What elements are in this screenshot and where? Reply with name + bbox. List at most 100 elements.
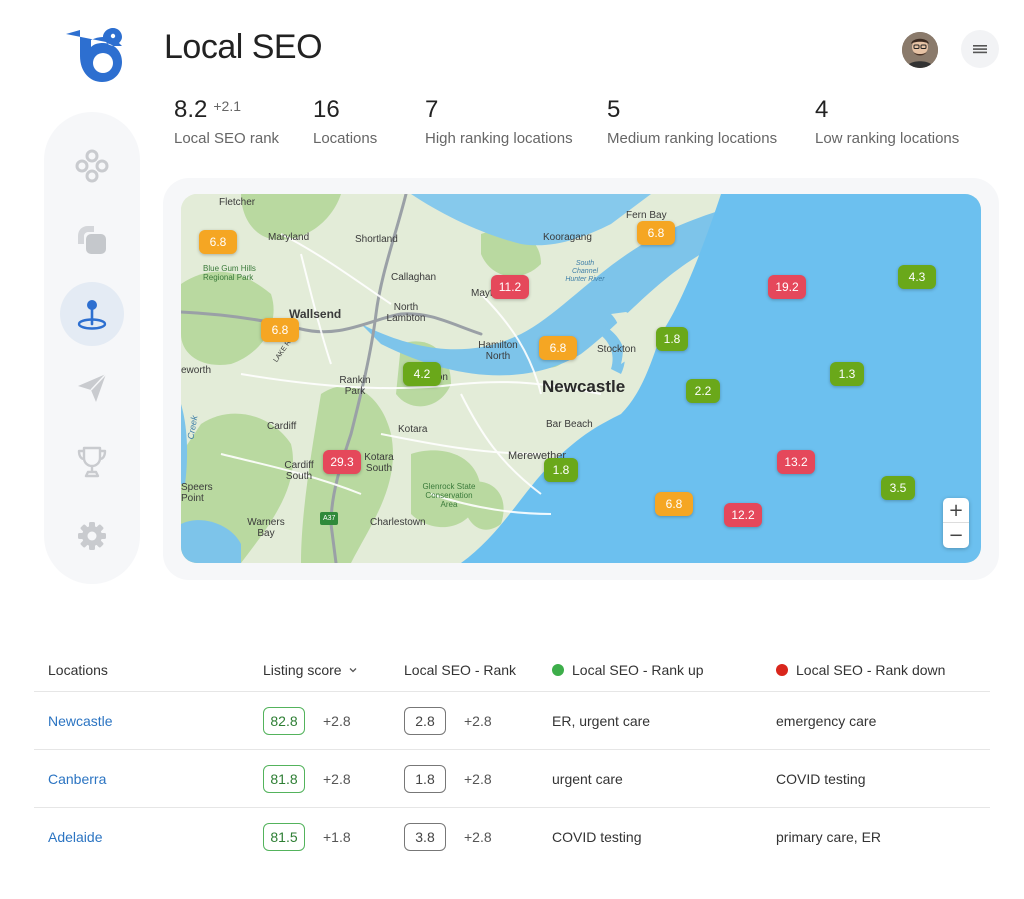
place-label: Newcastle <box>542 377 626 396</box>
map-marker[interactable]: 19.2 <box>768 275 806 299</box>
rankings-map[interactable]: Fletcher Maryland Shortland Kooragang Fe… <box>181 194 981 563</box>
hamburger-icon <box>973 45 987 54</box>
locations-table: Locations Listing score Local SEO - Rank… <box>34 650 990 866</box>
listing-score-badge: 82.8 <box>263 707 305 735</box>
sidebar-item-settings[interactable] <box>60 504 124 568</box>
sidebar-item-dashboard[interactable] <box>60 134 124 198</box>
column-header-label: Listing score <box>263 662 342 678</box>
stat-value: 16 <box>313 96 340 123</box>
column-header-rank-down[interactable]: Local SEO - Rank down <box>776 662 945 678</box>
sidebar-item-achievements[interactable] <box>60 430 124 494</box>
rank-up-keywords: urgent care <box>552 771 623 787</box>
rank-up-keywords: COVID testing <box>552 829 642 845</box>
map-marker[interactable]: 3.5 <box>881 476 915 500</box>
map-marker[interactable]: 11.2 <box>491 275 529 299</box>
column-header-label: Local SEO - Rank up <box>572 662 704 678</box>
map-marker[interactable]: 1.3 <box>830 362 864 386</box>
map-marker[interactable]: 6.8 <box>261 318 299 342</box>
park-label: Blue Gum Hills Regional Park <box>203 264 256 282</box>
stats-bar: 8.2 +2.1 Local SEO rank 16 Locations 7 Hi… <box>0 96 1024 156</box>
stat-value: 8.2 <box>174 96 208 123</box>
map-marker[interactable]: 1.8 <box>656 327 688 351</box>
user-avatar[interactable] <box>902 32 938 68</box>
page-title: Local SEO <box>164 28 323 66</box>
rank-delta: +2.8 <box>464 771 492 787</box>
send-icon <box>78 373 107 402</box>
place-label: Maryland <box>268 232 310 243</box>
stat-low-ranking: 4 Low ranking locations <box>815 96 959 147</box>
zoom-out-button[interactable]: − <box>943 523 969 548</box>
rank-badge: 2.8 <box>404 707 446 735</box>
map-marker[interactable]: 6.8 <box>655 492 693 516</box>
map-marker[interactable]: 2.2 <box>686 379 720 403</box>
place-label: Stockton <box>597 344 636 355</box>
column-header-locations[interactable]: Locations <box>48 662 108 678</box>
rank-down-dot <box>776 664 788 676</box>
location-link[interactable]: Newcastle <box>48 713 113 729</box>
map-pin-icon <box>77 300 107 330</box>
place-label: Charlestown <box>370 517 426 528</box>
table-header: Locations Listing score Local SEO - Rank… <box>34 650 990 692</box>
column-header-rank-up[interactable]: Local SEO - Rank up <box>552 662 704 678</box>
column-header-listing-score[interactable]: Listing score <box>263 662 358 678</box>
place-label: Kotara <box>398 424 428 435</box>
sidebar-item-send[interactable] <box>60 356 124 420</box>
place-label: Fletcher <box>219 197 256 208</box>
rank-badge: 3.8 <box>404 823 446 851</box>
map-marker[interactable]: 4.3 <box>898 265 936 289</box>
stat-locations: 16 Locations <box>313 96 377 147</box>
table-row[interactable]: Canberra 81.8 +2.8 1.8 +2.8 urgent care CO… <box>34 750 990 808</box>
map-marker[interactable]: 6.8 <box>637 221 675 245</box>
place-label: eworth <box>181 365 212 376</box>
stat-local-seo-rank: 8.2 +2.1 Local SEO rank <box>174 96 279 147</box>
map-marker[interactable]: 6.8 <box>539 336 577 360</box>
listing-score-badge: 81.5 <box>263 823 305 851</box>
layers-icon <box>78 226 106 254</box>
map-marker[interactable]: 1.8 <box>544 458 578 482</box>
chevron-down-icon <box>349 668 357 673</box>
zoom-in-button[interactable]: + <box>943 498 969 523</box>
sidebar-item-layers[interactable] <box>60 208 124 272</box>
column-header-local-seo-rank[interactable]: Local SEO - Rank <box>404 662 516 678</box>
map-marker[interactable]: 6.8 <box>199 230 237 254</box>
gear-icon <box>78 522 106 550</box>
rank-badge: 1.8 <box>404 765 446 793</box>
brand-logo[interactable] <box>62 26 124 84</box>
listing-score-delta: +1.8 <box>323 829 351 845</box>
table-row[interactable]: Newcastle 82.8 +2.8 2.8 +2.8 ER, urgent ca… <box>34 692 990 750</box>
rank-up-dot <box>552 664 564 676</box>
place-label: Speers Point <box>181 482 213 504</box>
stat-value: 5 <box>607 96 621 123</box>
map-marker[interactable]: 12.2 <box>724 503 762 527</box>
stat-label: Low ranking locations <box>815 130 960 147</box>
rank-down-keywords: COVID testing <box>776 771 866 787</box>
location-link[interactable]: Canberra <box>48 771 106 787</box>
location-link[interactable]: Adelaide <box>48 829 103 845</box>
table-row[interactable]: Adelaide 81.5 +1.8 3.8 +2.8 COVID testing … <box>34 808 990 866</box>
map-marker[interactable]: 13.2 <box>777 450 815 474</box>
stat-label: Locations <box>313 130 378 147</box>
place-label: Hamilton North <box>478 340 518 362</box>
place-label: Warners Bay <box>247 517 285 539</box>
place-label: Kooragang <box>543 232 592 243</box>
place-label: Cardiff <box>267 421 297 432</box>
column-header-label: Local SEO - Rank down <box>796 662 946 678</box>
dashboard-icon <box>75 149 109 183</box>
column-header-label: Local SEO - Rank <box>404 662 517 678</box>
place-label: Mayf <box>471 288 493 299</box>
stat-value: 4 <box>815 96 829 123</box>
trophy-icon <box>77 446 107 478</box>
menu-button[interactable] <box>961 30 999 68</box>
listing-score-delta: +2.8 <box>323 713 351 729</box>
stat-label: High ranking locations <box>425 130 573 147</box>
place-label: North Lambton <box>386 302 426 324</box>
place-label: Kotara South <box>364 452 394 474</box>
place-label: Rankin Park <box>339 375 371 397</box>
map-marker[interactable]: 29.3 <box>323 450 361 474</box>
stat-delta: +2.1 <box>213 98 242 114</box>
sidebar-item-local-seo[interactable] <box>60 282 124 346</box>
rank-delta: +2.8 <box>464 829 492 845</box>
rank-down-keywords: primary care, ER <box>776 829 882 845</box>
map-marker[interactable]: 4.2 <box>403 362 441 386</box>
column-header-label: Locations <box>48 662 108 678</box>
